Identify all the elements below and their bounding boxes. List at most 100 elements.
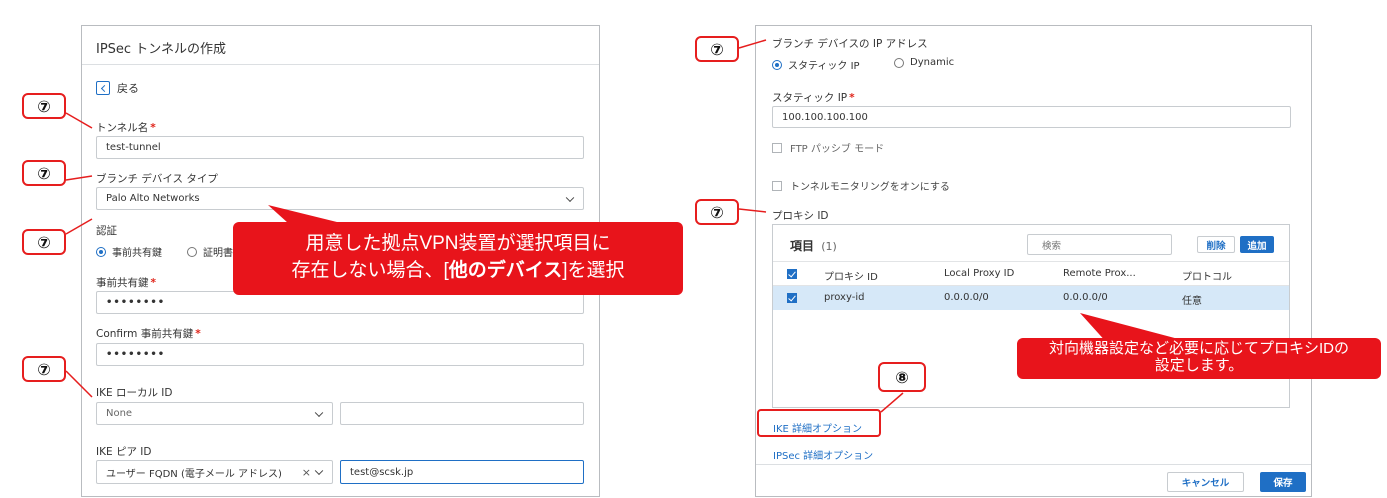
ftp-passive-checkbox[interactable]: FTP パッシブ モード [772, 140, 884, 155]
chevron-down-icon [565, 193, 575, 202]
auth-radio-psk[interactable]: 事前共有鍵 [96, 244, 162, 259]
ike-peer-id-input[interactable]: test@scsk.jp [340, 460, 584, 484]
column-header[interactable]: プロキシ ID [824, 268, 878, 283]
proxy-id-table: 項目 (1) 検索 削除 追加 プロキシ ID Local Proxy ID R… [772, 224, 1290, 408]
callout-left-line2-suffix: ]を選択 [562, 260, 625, 281]
step-marker-7: ⑦ [695, 199, 739, 225]
checkbox-icon [772, 180, 782, 191]
radio-selected-icon [772, 59, 782, 70]
chevron-down-icon [314, 408, 324, 417]
checkbox-icon [772, 142, 782, 153]
callout-left-line2-bold: 他のデバイス [448, 260, 563, 281]
radio-selected-icon [96, 246, 106, 257]
back-chevron-icon [96, 81, 110, 95]
auth-label: 認証 [96, 225, 117, 237]
required-mark: * [195, 328, 201, 340]
callout-right-line2: 設定します。 [1154, 357, 1244, 374]
panel-title: IPSec トンネルの作成 [96, 42, 226, 57]
step-marker-7: ⑦ [695, 36, 739, 62]
branch-device-type-value: Palo Alto Networks [106, 193, 200, 204]
ike-peer-id-select[interactable]: ユーザー FQDN (電子メール アドレス) × [96, 460, 333, 484]
row-checkbox[interactable] [787, 293, 797, 303]
auth-option-cert-label: 証明書 [203, 248, 233, 259]
back-button[interactable]: 戻る [96, 80, 139, 96]
required-mark: * [150, 277, 157, 289]
callout-proxy-id: 対向機器設定など必要に応じてプロキシIDの 設定します。 [1017, 338, 1381, 379]
tunnel-name-input[interactable]: test-tunnel [96, 136, 584, 159]
back-label: 戻る [117, 82, 139, 95]
tunnel-monitor-label: トンネルモニタリングをオンにする [790, 182, 950, 193]
ike-peer-id-label: IKE ピア ID [96, 446, 152, 458]
required-mark: * [849, 92, 855, 104]
ike-peer-id-value: test@scsk.jp [350, 466, 414, 478]
delete-label: 削除 [1206, 240, 1226, 252]
callout-right-line1: 対向機器設定など必要に応じてプロキシIDの [1048, 340, 1349, 357]
confirm-psk-masked-value: •••••••• [106, 349, 166, 360]
tunnel-name-value: test-tunnel [106, 142, 161, 153]
delete-button[interactable]: 削除 [1197, 236, 1235, 253]
add-button[interactable]: 追加 [1240, 236, 1274, 253]
proxy-id-label: プロキシ ID [772, 210, 829, 222]
radio-unselected-icon [187, 246, 197, 257]
auth-option-psk-label: 事前共有鍵 [112, 248, 162, 259]
tunnel-name-label: トンネル名 * [96, 120, 156, 135]
tunnel-name-label-text: トンネル名 [96, 122, 149, 134]
branch-device-type-select[interactable]: Palo Alto Networks [96, 187, 584, 210]
table-cell: 0.0.0.0/0 [944, 292, 989, 303]
footer-divider [756, 464, 1311, 465]
cancel-button[interactable]: キャンセル [1167, 472, 1244, 492]
add-label: 追加 [1247, 240, 1267, 252]
clear-icon[interactable]: × [302, 466, 311, 479]
ipsec-advanced-options-link[interactable]: IPSec 詳細オプション [773, 447, 873, 462]
ike-local-id-select-value: None [106, 408, 133, 419]
static-ip-input[interactable]: 100.100.100.100 [772, 106, 1291, 128]
ip-radio-dynamic[interactable]: Dynamic [894, 57, 954, 68]
select-all-checkbox[interactable] [787, 269, 797, 279]
ike-local-id-select[interactable]: None [96, 402, 333, 425]
table-row[interactable]: proxy-id 0.0.0.0/0 0.0.0.0/0 任意 [773, 286, 1289, 310]
tunnel-monitor-checkbox[interactable]: トンネルモニタリングをオンにする [772, 178, 950, 193]
auth-radio-cert[interactable]: 証明書 [187, 244, 233, 259]
cancel-label: キャンセル [1181, 478, 1230, 489]
psk-label-text: 事前共有鍵 [96, 277, 149, 289]
table-header-row: プロキシ ID Local Proxy ID Remote Prox... プロ… [773, 261, 1289, 286]
ike-local-id-input[interactable] [340, 402, 584, 425]
step-marker-8: ⑧ [878, 362, 926, 392]
branch-device-type-label: ブランチ デバイス タイプ [96, 173, 218, 185]
static-ip-label-text: スタティック IP [772, 92, 848, 104]
save-button[interactable]: 保存 [1260, 472, 1306, 492]
step-marker-7: ⑦ [22, 356, 66, 382]
psk-label: 事前共有鍵 * [96, 275, 156, 290]
ftp-passive-label: FTP パッシブ モード [790, 144, 885, 155]
callout-left-line1: 用意した拠点VPN装置が選択項目に [305, 233, 611, 254]
step-marker-7: ⑦ [22, 160, 66, 186]
table-cell: 0.0.0.0/0 [1063, 292, 1108, 303]
confirm-psk-label-text: Confirm 事前共有鍵 [96, 328, 194, 340]
static-ip-value: 100.100.100.100 [782, 111, 868, 123]
step-marker-7: ⑦ [22, 93, 66, 119]
column-header[interactable]: プロトコル [1182, 268, 1232, 283]
static-ip-label: スタティック IP * [772, 90, 855, 105]
table-cell: proxy-id [824, 292, 865, 303]
branch-ip-label: ブランチ デバイスの IP アドレス [772, 38, 928, 50]
search-input[interactable]: 検索 [1027, 234, 1172, 255]
ip-option-static-label: スタティック IP [788, 61, 860, 72]
required-mark: * [150, 122, 156, 134]
ike-advanced-highlight-box [757, 409, 881, 437]
ip-option-dynamic-label: Dynamic [910, 57, 955, 68]
ip-radio-static[interactable]: スタティック IP [772, 57, 860, 72]
table-count: (1) [821, 240, 837, 253]
table-cell: 任意 [1182, 296, 1202, 307]
column-header[interactable]: Remote Prox... [1063, 268, 1136, 279]
callout-select-other-device: 用意した拠点VPN装置が選択項目に 存在しない場合、[他のデバイス]を選択 [233, 222, 683, 295]
column-header[interactable]: Local Proxy ID [944, 268, 1014, 279]
ike-local-id-label: IKE ローカル ID [96, 387, 173, 399]
search-placeholder: 検索 [1042, 240, 1062, 252]
confirm-psk-input[interactable]: •••••••• [96, 343, 584, 366]
chevron-down-icon [314, 466, 324, 476]
callout-left-line2-prefix: 存在しない場合、[ [291, 260, 449, 281]
step-marker-7: ⑦ [22, 229, 66, 255]
title-divider [82, 64, 599, 65]
radio-unselected-icon [894, 57, 904, 68]
confirm-psk-label: Confirm 事前共有鍵 * [96, 326, 201, 341]
